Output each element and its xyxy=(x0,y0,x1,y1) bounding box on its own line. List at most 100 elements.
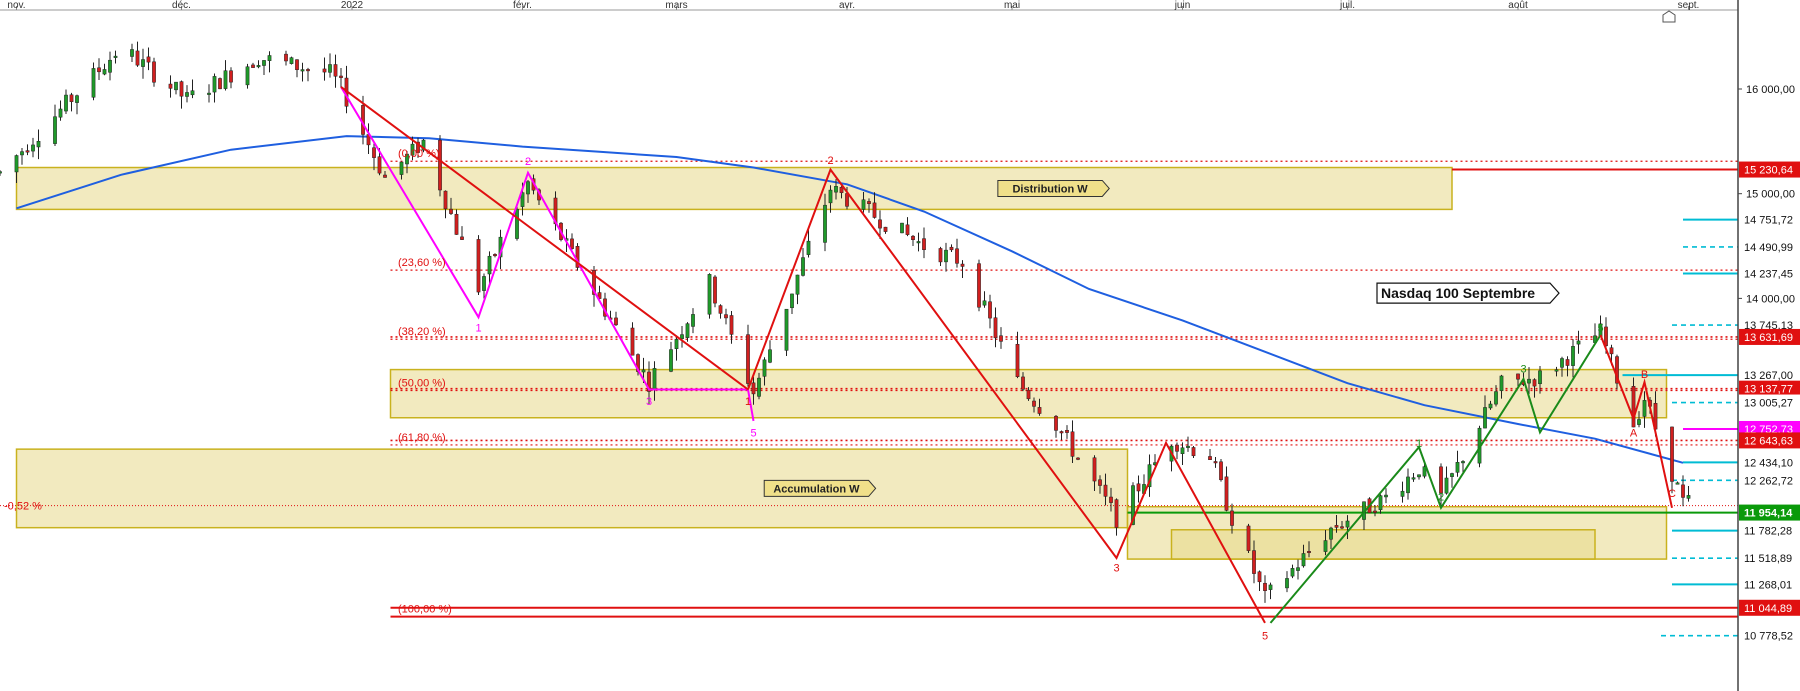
price-level-label: 12 643,63 xyxy=(1744,435,1793,447)
candle-body xyxy=(328,64,332,73)
candle-body xyxy=(1384,494,1388,498)
candle-body xyxy=(1675,482,1680,485)
wave-label: 5 xyxy=(750,427,756,439)
candle-body xyxy=(1417,474,1421,478)
candle-body xyxy=(878,219,882,229)
candle-body xyxy=(1400,490,1405,497)
candle-body xyxy=(339,75,343,78)
candle-body xyxy=(757,377,761,397)
candle-body xyxy=(1609,347,1614,355)
zone-rect xyxy=(15,448,1129,529)
candle-body xyxy=(1406,476,1410,494)
candle-body xyxy=(218,78,222,90)
candle-body xyxy=(245,66,250,86)
candle-body xyxy=(900,222,904,234)
candle-body xyxy=(713,276,717,304)
candle-body xyxy=(58,108,63,118)
candle-body xyxy=(476,239,481,293)
candle-body xyxy=(718,305,723,314)
candle-body xyxy=(1109,496,1113,503)
candle-body xyxy=(823,204,827,243)
candle-body xyxy=(130,49,134,57)
price-level-label: 11 782,28 xyxy=(1744,526,1792,538)
candle-body xyxy=(988,301,992,319)
zone-rect xyxy=(15,166,1453,211)
candle-body xyxy=(1076,457,1080,460)
current-percent-label: -0,52 % xyxy=(4,501,42,513)
candle-body xyxy=(1092,457,1097,482)
candle-body xyxy=(1455,462,1460,473)
candle-body xyxy=(0,171,2,174)
candle-body xyxy=(1450,473,1454,477)
candle-body xyxy=(20,151,24,156)
candle-body xyxy=(1571,346,1575,366)
month-label: avr. xyxy=(839,0,855,11)
candle-body xyxy=(207,92,211,95)
candle-body xyxy=(1373,510,1377,513)
wave-label: 1 xyxy=(745,396,751,408)
candle-body xyxy=(999,335,1003,342)
candle-body xyxy=(1098,479,1102,486)
candle-body xyxy=(570,238,574,249)
candle-body xyxy=(383,174,387,178)
candle-body xyxy=(768,349,772,363)
price-level-label: 13 267,00 xyxy=(1744,370,1793,382)
candle-body xyxy=(295,59,299,70)
candle-body xyxy=(1494,391,1498,405)
candle-body xyxy=(784,308,789,351)
candle-body xyxy=(1538,370,1542,385)
candle-body xyxy=(1037,407,1042,414)
candle-body xyxy=(91,68,96,98)
candle-body xyxy=(1488,403,1493,409)
candle-body xyxy=(652,368,657,390)
candle-body xyxy=(267,55,272,61)
y-tick-label: 14 000,00 xyxy=(1746,293,1795,305)
candle-body xyxy=(377,156,382,174)
y-tick-label: 16 000,00 xyxy=(1746,84,1795,96)
candle-body xyxy=(977,263,981,308)
candle-body xyxy=(443,190,448,210)
price-level-label: 11 518,89 xyxy=(1744,553,1792,565)
candle-body xyxy=(482,276,486,291)
price-level-label: 13 137,77 xyxy=(1744,384,1793,396)
candle-body xyxy=(1114,499,1119,528)
month-label: févr. xyxy=(513,0,532,11)
price-level-label: 15 230,64 xyxy=(1744,165,1793,177)
candle-body xyxy=(1268,584,1273,590)
candle-body xyxy=(867,201,871,204)
month-label: mai xyxy=(1004,0,1020,11)
candle-body xyxy=(1180,447,1185,454)
fibonacci-label: (38,20 %) xyxy=(398,326,446,338)
wave-label: A xyxy=(1630,427,1638,439)
wave-label: 3 xyxy=(1520,364,1526,376)
candle-body xyxy=(839,186,844,194)
wave-label: 1 xyxy=(1416,438,1422,450)
plot-background xyxy=(0,0,1738,691)
nasdaq-chart: Distribution W Accumulation W (0,00 %) (23… xyxy=(0,0,1800,691)
candle-body xyxy=(1576,340,1581,345)
price-level-label: 13 005,27 xyxy=(1744,398,1793,410)
wave-label: 2 xyxy=(827,155,833,167)
candle-body xyxy=(515,209,519,239)
candle-body xyxy=(399,161,404,175)
zone-rect xyxy=(1170,529,1596,560)
candle-body xyxy=(333,64,338,77)
fibonacci-label: (61,80 %) xyxy=(398,432,446,444)
candle-body xyxy=(806,240,811,255)
candle-body xyxy=(1411,477,1416,480)
month-label: mars xyxy=(665,0,687,11)
candle-body xyxy=(938,248,943,263)
candle-body xyxy=(262,60,266,66)
candle-body xyxy=(97,67,101,73)
candle-body xyxy=(944,249,948,263)
month-label: juin xyxy=(1174,0,1191,11)
candle-body xyxy=(135,50,140,66)
candle-body xyxy=(1186,445,1190,448)
candle-body xyxy=(152,61,156,83)
candle-body xyxy=(460,236,464,240)
candle-body xyxy=(1637,419,1641,425)
y-axis: 16 000,00 15 000,00 14 000,00 15 230,64 14 7… xyxy=(1737,0,1800,691)
price-level-label: 10 778,52 xyxy=(1744,631,1793,643)
candle-body xyxy=(14,155,19,173)
candle-body xyxy=(801,257,805,276)
